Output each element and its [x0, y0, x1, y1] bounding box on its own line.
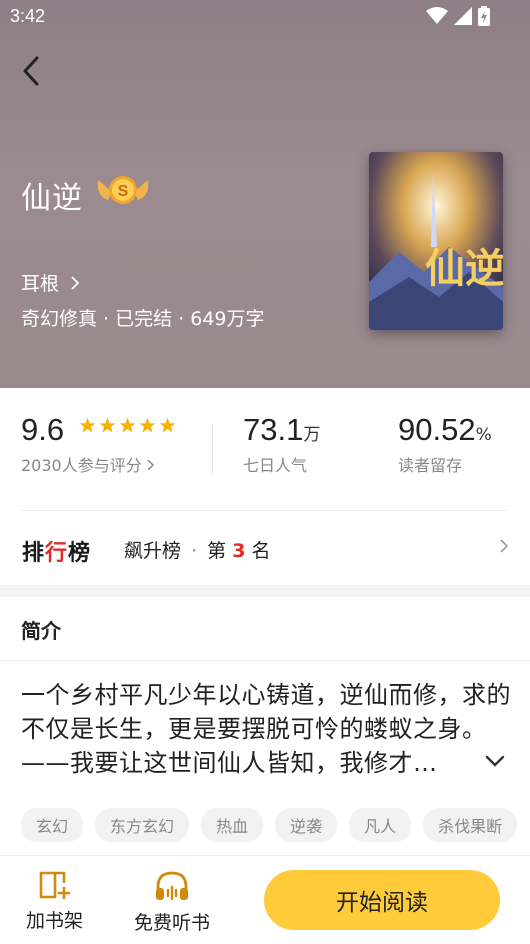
- ranking-pos-post: 名: [251, 540, 271, 562]
- add-to-bookshelf-button[interactable]: 加书架: [26, 870, 83, 933]
- rating-stat[interactable]: 9.6 2030人参与评分: [21, 412, 176, 476]
- tag-chip[interactable]: 逆袭: [275, 808, 338, 842]
- author-link[interactable]: 耳根: [21, 269, 80, 296]
- book-header: 3:42 仙逆 S 耳根 奇幻修真 · 已完结 · 649万字 仙逆: [0, 0, 530, 388]
- ranking-text: 飙升榜 · 第 3 名: [124, 536, 271, 563]
- chevron-right-icon: [500, 539, 508, 553]
- status-bar: 3:42: [0, 0, 530, 34]
- add-bookshelf-icon: [39, 871, 70, 900]
- ranking-logo: 排行榜: [22, 535, 91, 567]
- section-separator: [0, 585, 530, 597]
- retention-label: 读者留存: [398, 456, 463, 475]
- star-icon: [119, 417, 136, 433]
- stats-divider: [212, 424, 213, 474]
- star-icon: [79, 417, 96, 433]
- rating-stars: [79, 417, 176, 434]
- intro-heading: 简介: [21, 619, 61, 643]
- ranking-row[interactable]: 排行榜 飙升榜 · 第 3 名: [0, 511, 530, 585]
- chevron-right-icon: [147, 459, 154, 471]
- status-icons: [426, 6, 490, 26]
- ranking-pos-pre: 第: [207, 540, 227, 562]
- cover-title: 仙逆: [425, 245, 503, 292]
- listen-free-button[interactable]: 免费听书: [134, 870, 210, 935]
- book-meta: 奇幻修真 · 已完结 · 649万字: [21, 308, 265, 330]
- bookshelf-label: 加书架: [26, 910, 84, 932]
- status-time: 3:42: [10, 6, 46, 26]
- book-title: 仙逆: [21, 181, 83, 216]
- star-icon: [159, 417, 176, 433]
- tag-chip[interactable]: 凡人: [349, 808, 412, 842]
- rating-count: 2030人参与评分: [21, 452, 176, 476]
- ranking-logo-red: 行: [45, 541, 69, 566]
- tag-chip[interactable]: 杀伐果断: [423, 808, 518, 842]
- star-icon: [139, 417, 156, 433]
- back-button[interactable]: [16, 54, 46, 88]
- retention-value: 90.52: [398, 412, 476, 447]
- ranking-logo-pre: 排: [22, 541, 46, 566]
- back-arrow-icon: [23, 56, 39, 86]
- battery-icon: [478, 6, 490, 26]
- popularity-stat: 73.1万 七日人气: [243, 412, 320, 476]
- vip-badge-icon: S: [97, 176, 149, 204]
- tag-chip[interactable]: 热血: [201, 808, 264, 842]
- book-cover[interactable]: 仙逆: [369, 152, 503, 330]
- tag-list: 玄幻 东方玄幻 热血 逆袭 凡人 杀伐果断: [21, 808, 518, 842]
- retention-stat: 90.52% 读者留存: [398, 412, 492, 476]
- popularity-label: 七日人气: [243, 456, 308, 475]
- signal-icon: [454, 7, 472, 25]
- tag-chip[interactable]: 玄幻: [21, 808, 84, 842]
- stats-panel: 9.6 2030人参与评分 73.1万 七日人气 90.52% 读者留存: [0, 388, 530, 510]
- rating-value: 9.6: [21, 412, 65, 447]
- rating-count-label: 2030人参与评分: [21, 456, 142, 475]
- ranking-list-name: 飙升榜: [124, 540, 182, 562]
- ranking-logo-post: 榜: [68, 541, 92, 566]
- popularity-unit: 万: [303, 425, 321, 445]
- expand-chevron-icon[interactable]: [485, 754, 505, 768]
- ranking-separator: ·: [191, 540, 198, 562]
- ranking-position: 3: [232, 540, 246, 562]
- tag-chip[interactable]: 东方玄幻: [95, 808, 190, 842]
- bottom-action-bar: 加书架 免费听书 开始阅读: [0, 855, 530, 944]
- headphones-icon: [156, 871, 188, 901]
- listen-label: 免费听书: [134, 912, 211, 934]
- intro-divider: [0, 660, 530, 661]
- author-name: 耳根: [21, 273, 60, 295]
- svg-text:S: S: [118, 183, 129, 200]
- retention-unit: %: [475, 425, 492, 445]
- star-icon: [99, 417, 116, 433]
- popularity-value: 73.1: [243, 412, 304, 447]
- chevron-right-icon: [71, 275, 80, 290]
- start-reading-button[interactable]: 开始阅读: [264, 870, 500, 930]
- intro-text[interactable]: 一个乡村平凡少年以心铸道，逆仙而修，求的不仅是长生，更是要摆脱可怜的蝼蚁之身。—…: [21, 678, 513, 780]
- wifi-icon: [426, 7, 448, 24]
